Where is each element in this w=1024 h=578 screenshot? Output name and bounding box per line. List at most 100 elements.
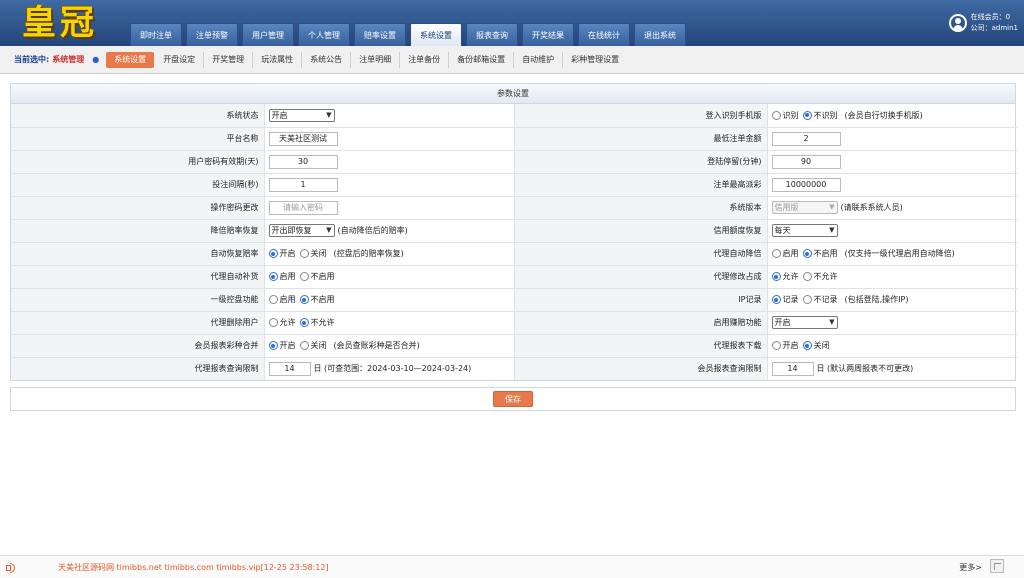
user-info: 在线会员：0 公司：admin1: [948, 12, 1018, 34]
subnav-open-settings[interactable]: 开盘设定: [155, 51, 205, 68]
nav-tab-odds-settings[interactable]: 赔率设置: [354, 23, 406, 46]
setting-label: 代理自动降倍: [514, 242, 768, 266]
platform-name-input[interactable]: 天美社区测试: [268, 131, 338, 146]
more-link[interactable]: 更多>: [959, 562, 982, 573]
chevron-down-icon: ▼: [829, 318, 835, 326]
setting-label: 登入识别手机版: [514, 104, 768, 128]
level1-control-radio-off[interactable]: 不启用: [299, 294, 335, 305]
nav-tab-bet-warning[interactable]: 注单预警: [186, 23, 238, 46]
setting-label: 代理报表查询限制: [11, 357, 265, 380]
setting-label: 代理删除用户: [11, 311, 265, 335]
agent-auto-reduce-radio-on[interactable]: 启用: [771, 248, 799, 259]
setting-label: 降倍赔率恢复: [11, 219, 265, 243]
table-row: 会员报表彩种合并 开启 关闭 (会员查账彩种是否合并) 代理报表下载 开启 关闭: [11, 334, 1017, 358]
setting-label: 投注间隔(秒): [11, 173, 265, 197]
corner-window-icon[interactable]: [990, 559, 1004, 573]
subnav-lottery-management[interactable]: 彩种管理设置: [563, 52, 627, 68]
system-version-select: 信用版 ▼: [771, 201, 838, 214]
operation-password-input[interactable]: 请输入密码: [268, 200, 338, 215]
agent-auto-restock-radio-off[interactable]: 不启用: [299, 271, 335, 282]
nav-tab-personal[interactable]: 个人管理: [298, 23, 350, 46]
member-report-merge-radio-off[interactable]: 关闭: [299, 340, 327, 351]
table-row: 自动恢复赔率 开启 关闭 (控盘后的赔率恢复) 代理自动降倍 启用 不启用 (仅…: [11, 242, 1017, 266]
auto-odds-recovery-radio-on[interactable]: 开启: [268, 248, 296, 259]
setting-note: (会员自行切换手机版): [844, 110, 923, 120]
setting-note: (会员查账彩种是否合并): [333, 341, 420, 350]
setting-label: 自动恢复赔率: [11, 242, 265, 266]
table-row: 系统状态 开启 ▼ 登入识别手机版 识别 不识别 (会员自行切换手机版): [11, 104, 1017, 128]
subnav-announcements[interactable]: 系统公告: [302, 51, 352, 68]
table-row: 代理报表查询限制 14 日 (可查范围：2024-03-10—2024-03-24…: [11, 357, 1017, 380]
footer-bar: 天美社区源码网 timibbs.net timibbs.com timibbs.…: [0, 555, 1024, 578]
chevron-down-icon: ▼: [326, 226, 332, 234]
max-payout-input[interactable]: 10000000: [771, 177, 841, 192]
password-expiry-input[interactable]: 30: [268, 154, 338, 169]
min-bet-amount-input[interactable]: 2: [771, 131, 841, 146]
table-row: 用户密码有效期(天) 30 登陆停留(分钟) 90: [11, 150, 1017, 174]
level1-control-radio-on[interactable]: 启用: [268, 294, 296, 305]
setting-label: 最低注单金额: [514, 127, 768, 151]
setting-note: (请联系系统人员): [840, 203, 903, 212]
ip-record-radio-on[interactable]: 记录: [771, 294, 799, 305]
subnav-backup-email[interactable]: 备份邮箱设置: [449, 51, 515, 68]
agent-delete-user-radio-deny[interactable]: 不允许: [299, 317, 335, 328]
breadcrumb-label: 当前选中:: [14, 55, 50, 64]
agent-report-download-radio-off[interactable]: 关闭: [802, 340, 830, 351]
speaker-icon: [6, 562, 18, 573]
agent-auto-reduce-radio-off[interactable]: 不启用: [802, 248, 838, 259]
subnav-system-settings[interactable]: 系统设置: [106, 51, 155, 68]
subnav-play-attributes[interactable]: 玩法属性: [253, 51, 303, 68]
mobile-detect-radio-yes[interactable]: 识别: [771, 110, 799, 121]
nav-tab-realtime-bets[interactable]: 即时注单: [130, 23, 182, 46]
nav-tab-draw-results[interactable]: 开奖结果: [522, 23, 574, 46]
setting-note: 日 (可查范围：2024-03-10—2024-03-24): [313, 364, 472, 374]
agent-modify-share-radio-allow[interactable]: 允许: [771, 271, 799, 282]
nav-tab-user-management[interactable]: 用户管理: [242, 23, 294, 46]
main-nav: 即时注单 注单预警 用户管理 个人管理 赔率设置 系统设置 报表查询 开奖结果 …: [130, 23, 690, 46]
nav-tab-logout[interactable]: 退出系统: [634, 23, 686, 46]
breadcrumb-current: 系统管理: [52, 55, 85, 64]
table-row: 投注间隔(秒) 1 注单最高派彩 10000000: [11, 173, 1017, 197]
nav-tab-online-stats[interactable]: 在线统计: [578, 23, 630, 46]
login-stay-input[interactable]: 90: [771, 154, 841, 169]
panel-title: 参数设置: [11, 84, 1015, 104]
nav-tab-system-settings[interactable]: 系统设置: [410, 23, 462, 46]
mobile-detect-radio-no[interactable]: 不识别: [802, 110, 838, 121]
setting-label: 系统版本: [514, 196, 768, 220]
setting-label: 代理报表下载: [514, 334, 768, 358]
agent-report-limit-input[interactable]: 14: [268, 361, 311, 376]
chevron-down-icon: ▼: [829, 226, 835, 234]
subnav-bet-details[interactable]: 注单明细: [351, 51, 401, 68]
setting-label: 用户密码有效期(天): [11, 150, 265, 174]
odds-recovery-select[interactable]: 开出即恢复 ▼: [268, 224, 335, 237]
bet-interval-input[interactable]: 1: [268, 177, 338, 192]
setting-note: (控盘后的赔率恢复): [333, 249, 404, 258]
setting-label: 代理自动补货: [11, 265, 265, 289]
subnav-bet-backup[interactable]: 注单备份: [400, 51, 450, 68]
chevron-down-icon: ▼: [829, 203, 835, 211]
setting-label: 平台名称: [11, 127, 265, 151]
table-row: 降倍赔率恢复 开出即恢复 ▼ (自动降倍后的赔率) 信用额度恢复 每天 ▼: [11, 219, 1017, 243]
subnav-auto-maintenance[interactable]: 自动维护: [514, 51, 564, 68]
chevron-down-icon: ▼: [326, 110, 332, 119]
agent-modify-share-radio-deny[interactable]: 不允许: [802, 271, 838, 282]
setting-label: 会员报表查询限制: [514, 357, 768, 380]
save-bar: 保存: [10, 387, 1016, 411]
subnav-draw-management[interactable]: 开奖管理: [204, 51, 254, 68]
member-report-merge-radio-on[interactable]: 开启: [268, 340, 296, 351]
credit-recovery-select[interactable]: 每天 ▼: [771, 224, 838, 237]
auto-odds-recovery-radio-off[interactable]: 关闭: [299, 248, 327, 259]
setting-note: (包括登陆,操作IP): [844, 295, 909, 304]
setting-label: IP记录: [514, 288, 768, 312]
ip-record-radio-off[interactable]: 不记录: [802, 294, 838, 305]
agent-delete-user-radio-allow[interactable]: 允许: [268, 317, 296, 328]
announcement-marquee[interactable]: 天美社区源码网 timibbs.net timibbs.com timibbs.…: [58, 562, 329, 573]
setting-note: (仅支持一级代理启用自动降倍): [844, 249, 955, 258]
save-button[interactable]: 保存: [493, 391, 533, 407]
nav-tab-reports[interactable]: 报表查询: [466, 23, 518, 46]
agent-auto-restock-radio-on[interactable]: 启用: [268, 271, 296, 282]
member-report-limit-input[interactable]: 14: [771, 361, 814, 376]
system-status-select[interactable]: 开启 ▼: [268, 108, 335, 122]
agent-report-download-radio-on[interactable]: 开启: [771, 340, 799, 351]
earn-loss-feature-select[interactable]: 开启 ▼: [771, 316, 838, 329]
